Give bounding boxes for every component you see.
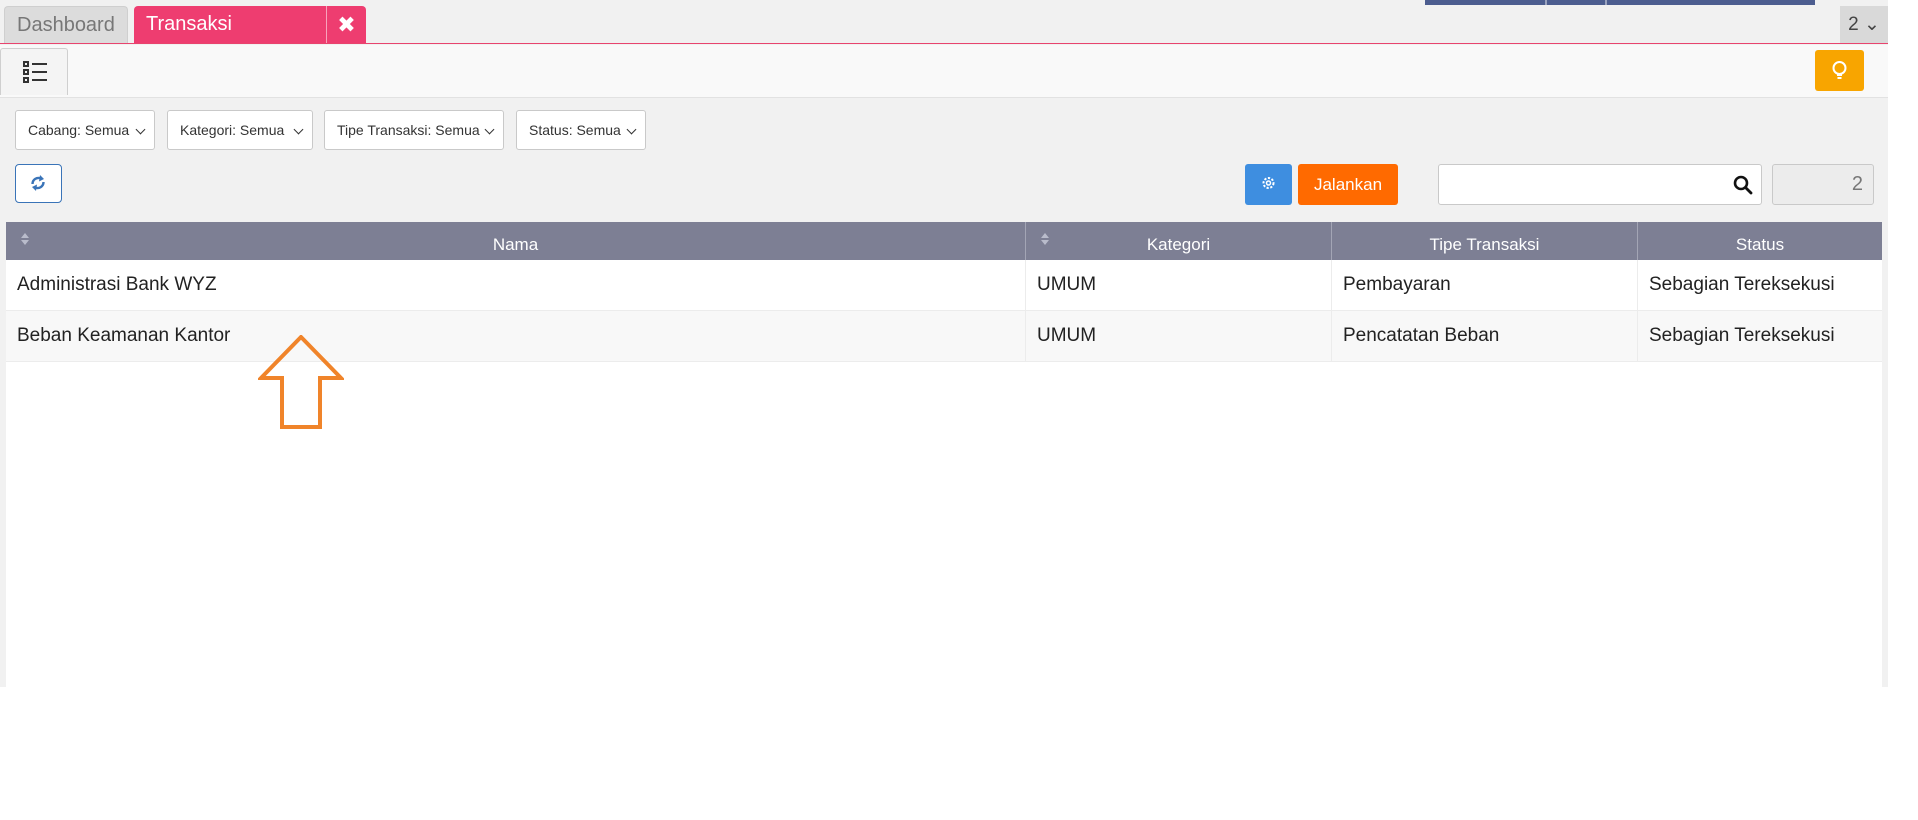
open-tabs-dropdown[interactable]: 2 ⌄: [1840, 6, 1888, 43]
chevron-down-icon: [135, 124, 146, 135]
cell-status: Sebagian Tereksekusi: [1649, 325, 1835, 346]
refresh-icon: [31, 175, 45, 191]
tips-button[interactable]: [1815, 50, 1864, 91]
search-input[interactable]: [1447, 166, 1721, 204]
refresh-button[interactable]: [15, 164, 62, 203]
tab-underline: [0, 43, 1888, 44]
app-frame: Dashboard Transaksi Berulang ✖ 2 ⌄: [0, 0, 1888, 687]
filter-kategori[interactable]: Kategori: Semua: [167, 110, 313, 150]
table-header: Nama Kategori Tipe Transaksi Status: [6, 222, 1882, 260]
list-icon: [23, 61, 47, 83]
column-header-kategori-label: Kategori: [1146, 235, 1211, 254]
cell-tipe-transaksi: Pencatatan Beban: [1332, 311, 1638, 361]
cell-kategori: UMUM: [1026, 260, 1332, 310]
filter-status[interactable]: Status: Semua: [516, 110, 646, 150]
chevron-down-icon: [293, 124, 304, 135]
settings-button[interactable]: [1245, 164, 1292, 205]
chevron-down-icon: [626, 124, 637, 135]
tab-bar: Dashboard Transaksi Berulang ✖ 2 ⌄: [0, 0, 1888, 72]
filter-cabang[interactable]: Cabang: Semua: [15, 110, 155, 150]
filter-tipe-transaksi[interactable]: Tipe Transaksi: Semua: [324, 110, 504, 150]
top-decoration: [1425, 0, 1815, 5]
column-header-status: Status: [1735, 235, 1785, 254]
cell-nama: Beban Keamanan Kantor: [6, 311, 1026, 361]
cell-kategori: UMUM: [1026, 311, 1332, 361]
filter-cabang-label: Cabang: Semua: [28, 122, 130, 138]
filter-status-label: Status: Semua: [529, 122, 621, 138]
gear-icon: [1262, 177, 1275, 189]
tab-transaksi-berulang[interactable]: Transaksi Berulang: [134, 6, 326, 72]
column-header-tipe-transaksi: Tipe Transaksi: [1332, 222, 1638, 260]
cell-status: Sebagian Tereksekusi: [1649, 274, 1835, 295]
search-icon[interactable]: [1733, 175, 1753, 195]
toolbar: [0, 45, 1888, 98]
sort-icon[interactable]: [20, 232, 30, 246]
close-tab-icon[interactable]: ✖: [326, 6, 366, 43]
column-header-nama-label: Nama: [492, 235, 539, 254]
cell-tipe-transaksi: Pembayaran: [1332, 260, 1638, 310]
sort-icon[interactable]: [1040, 232, 1050, 246]
filter-tipe-transaksi-label: Tipe Transaksi: Semua: [337, 122, 480, 138]
filter-kategori-label: Kategori: Semua: [180, 122, 285, 138]
search-box: [1438, 164, 1762, 205]
record-count: 2: [1772, 164, 1874, 205]
up-arrow-annotation: [258, 335, 344, 429]
chevron-down-icon: [484, 124, 495, 135]
column-header-nama[interactable]: Nama: [6, 222, 1026, 260]
list-view-button[interactable]: [0, 48, 68, 95]
lightbulb-icon: [1832, 61, 1847, 79]
run-button[interactable]: Jalankan: [1298, 164, 1398, 205]
data-table: Nama Kategori Tipe Transaksi Status Admi…: [6, 222, 1882, 687]
table-row[interactable]: Administrasi Bank WYZ UMUM Pembayaran Se…: [6, 260, 1882, 311]
column-header-kategori[interactable]: Kategori: [1026, 222, 1332, 260]
cell-nama: Administrasi Bank WYZ: [6, 260, 1026, 310]
tab-dashboard[interactable]: Dashboard: [4, 6, 128, 43]
